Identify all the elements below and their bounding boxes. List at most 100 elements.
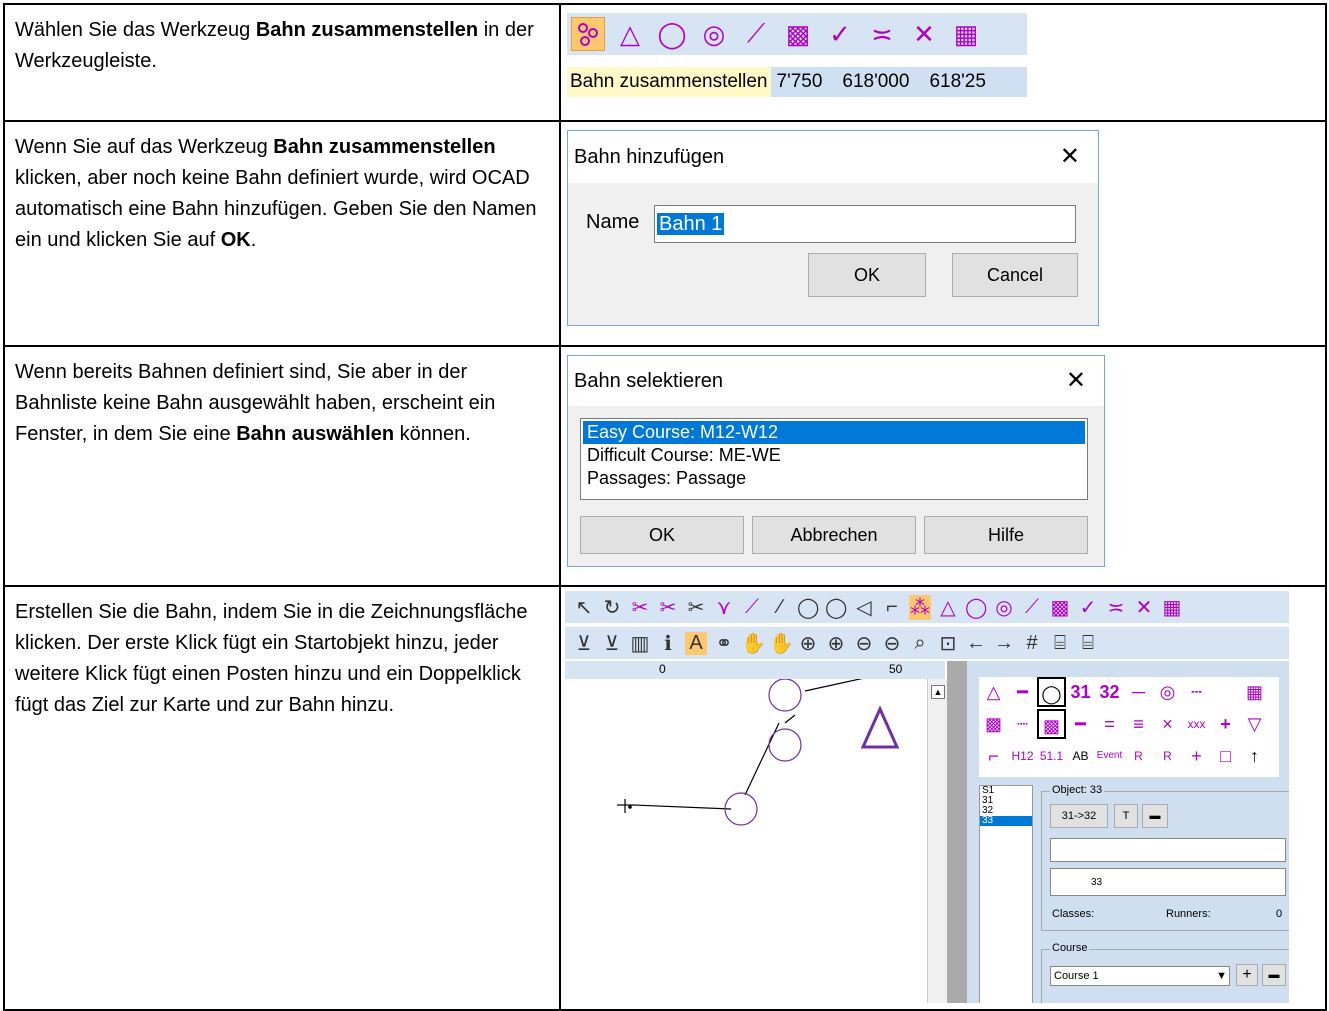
check-icon[interactable]: ✓ — [1077, 595, 1099, 620]
hand-move-icon[interactable]: ✋ — [769, 631, 794, 656]
link-button[interactable]: 31->32 — [1050, 804, 1108, 828]
add-course-icon[interactable]: + — [1236, 964, 1258, 986]
scissors-icon[interactable]: ✂ — [685, 595, 707, 620]
list-item[interactable]: Difficult Course: ME-WE — [583, 444, 1085, 467]
merge-icon[interactable]: ⋎ — [713, 595, 735, 620]
symbol-first-aid[interactable]: + — [1211, 709, 1240, 739]
align2-icon[interactable]: ⊻ — [601, 631, 623, 656]
equals-icon[interactable]: ≍ — [1105, 595, 1127, 620]
symbol-dotted[interactable]: ┈ — [1008, 709, 1037, 739]
back-icon[interactable]: ← — [965, 632, 987, 655]
ellipse-icon[interactable]: ◯ — [825, 595, 847, 620]
symbol-dash[interactable]: ─ — [1124, 677, 1153, 707]
lock-icon[interactable]: ▬ — [1262, 964, 1286, 986]
forward-icon[interactable]: → — [993, 632, 1015, 655]
circle-icon[interactable]: ◯ — [655, 17, 689, 51]
symbol-bar[interactable]: ━ — [1066, 709, 1095, 739]
symbol-cross[interactable]: × — [1153, 709, 1182, 739]
vertical-scrollbar[interactable]: ▲ — [927, 679, 947, 1003]
triangle-icon[interactable]: △ — [613, 17, 647, 51]
circle-icon[interactable]: ◯ — [965, 595, 987, 620]
fill-icon[interactable]: ▥ — [629, 631, 651, 656]
symbol-xxx[interactable]: xxx — [1182, 709, 1211, 739]
double-circle-icon[interactable]: ◎ — [697, 17, 731, 51]
equals-icon[interactable]: ≍ — [865, 17, 899, 51]
list-item[interactable]: Passages: Passage — [583, 467, 1085, 490]
course-tool-icon[interactable] — [571, 17, 605, 51]
description-grid[interactable]: 33 — [1050, 868, 1286, 896]
symbol-box[interactable]: □ — [1211, 741, 1240, 771]
curve-icon[interactable]: ∕ — [769, 596, 791, 619]
zoom-out-icon[interactable]: ⊖ — [853, 631, 875, 656]
symbol-forbidden-area[interactable]: ▦ — [1240, 677, 1269, 707]
pointer-icon[interactable]: ↖ — [573, 595, 595, 620]
symbol-corner[interactable]: ⌐ — [979, 741, 1008, 771]
course-listbox[interactable]: Easy Course: M12-W12 Difficult Course: M… — [580, 418, 1088, 500]
ok-button[interactable]: OK — [808, 253, 926, 297]
zoom-in-icon[interactable]: ⊕ — [797, 631, 819, 656]
info-icon[interactable]: ℹ — [657, 631, 679, 656]
line-icon[interactable]: ⟋ — [1021, 596, 1043, 619]
triangle-icon[interactable]: △ — [937, 595, 959, 620]
grid-icon[interactable]: # — [1021, 632, 1043, 655]
table-icon[interactable]: ▦ — [949, 17, 983, 51]
help-button[interactable]: Hilfe — [924, 516, 1088, 554]
symbol-hatch[interactable]: ▩ — [979, 709, 1008, 739]
text-tool-icon[interactable]: A — [685, 631, 707, 655]
rotate-icon[interactable]: ↻ — [601, 595, 623, 620]
cross-icon[interactable]: ✕ — [1133, 595, 1155, 620]
rectangle-icon[interactable]: ⌐ — [881, 596, 903, 619]
list-item[interactable]: Easy Course: M12-W12 — [583, 421, 1085, 444]
table-icon[interactable]: ▦ — [1161, 595, 1183, 620]
symbol-marked-route[interactable]: ┄ — [1182, 677, 1211, 707]
zoom-in-area-icon[interactable]: ⊕ — [825, 631, 847, 656]
zoom-fit-icon[interactable]: ⌕ — [909, 632, 931, 655]
align-icon[interactable]: ⊻ — [573, 631, 595, 656]
hand-icon[interactable]: ✋ — [741, 631, 766, 656]
symbol-line[interactable]: ━ — [1008, 677, 1037, 707]
close-icon[interactable]: ✕ — [1060, 131, 1080, 183]
object-text-field[interactable] — [1050, 838, 1286, 862]
zoom-out-area-icon[interactable]: ⊖ — [881, 631, 903, 656]
hatch-icon[interactable]: ▩ — [1049, 595, 1071, 620]
list-item[interactable]: 33 — [980, 816, 1032, 826]
freehand-icon[interactable]: ◯ — [797, 595, 819, 620]
double-circle-icon[interactable]: ◎ — [993, 595, 1015, 620]
lock-icon[interactable]: ▬ — [1142, 804, 1168, 828]
symbol-control[interactable]: ◯ — [1037, 677, 1066, 707]
symbol-plus[interactable]: + — [1182, 741, 1211, 771]
symbol-crossing[interactable]: = — [1095, 709, 1124, 739]
straight-line-icon[interactable]: ⟋ — [741, 596, 763, 619]
symbol-start[interactable]: △ — [979, 677, 1008, 707]
symbol-r[interactable]: R — [1124, 741, 1153, 771]
text-button[interactable]: T — [1114, 804, 1138, 828]
symbol-event[interactable]: Event — [1095, 741, 1124, 771]
layout2-icon[interactable]: ⌸ — [1077, 632, 1099, 655]
splitter[interactable] — [947, 661, 967, 1003]
line-icon[interactable]: ⟋ — [739, 17, 773, 51]
symbol-r2[interactable]: R — [1153, 741, 1182, 771]
symbol-crossing2[interactable]: ≡ — [1124, 709, 1153, 739]
polygon-icon[interactable]: ◁ — [853, 595, 875, 620]
symbol-arrow[interactable]: ↑ — [1240, 741, 1269, 771]
symbol-511[interactable]: 51.1 — [1037, 741, 1066, 771]
cancel-button[interactable]: Abbrechen — [752, 516, 916, 554]
course-select[interactable]: Course 1 ▼ — [1050, 966, 1230, 986]
course-tool-icon[interactable]: ⁂ — [909, 594, 931, 620]
symbol-area[interactable]: ▩ — [1037, 709, 1066, 739]
cut-hole-icon[interactable]: ✂ — [657, 595, 679, 620]
layout-icon[interactable]: ⌸ — [1049, 632, 1071, 655]
scroll-up-icon[interactable]: ▲ — [931, 685, 945, 699]
symbol-31[interactable]: 31 — [1066, 677, 1095, 707]
check-icon[interactable]: ✓ — [823, 17, 857, 51]
cut-icon[interactable]: ✂ — [629, 595, 651, 620]
course-object-list[interactable]: S1 31 32 33 — [979, 785, 1033, 1003]
symbol-finish[interactable]: ◎ — [1153, 677, 1182, 707]
cancel-button[interactable]: Cancel — [952, 253, 1078, 297]
name-input[interactable]: Bahn 1 — [654, 205, 1076, 243]
zoom-box-icon[interactable]: ⊡ — [937, 631, 959, 656]
binoculars-icon[interactable]: ⚭ — [713, 631, 735, 656]
hatch-icon[interactable]: ▩ — [781, 17, 815, 51]
close-icon[interactable]: ✕ — [1066, 356, 1086, 406]
cross-icon[interactable]: ✕ — [907, 17, 941, 51]
